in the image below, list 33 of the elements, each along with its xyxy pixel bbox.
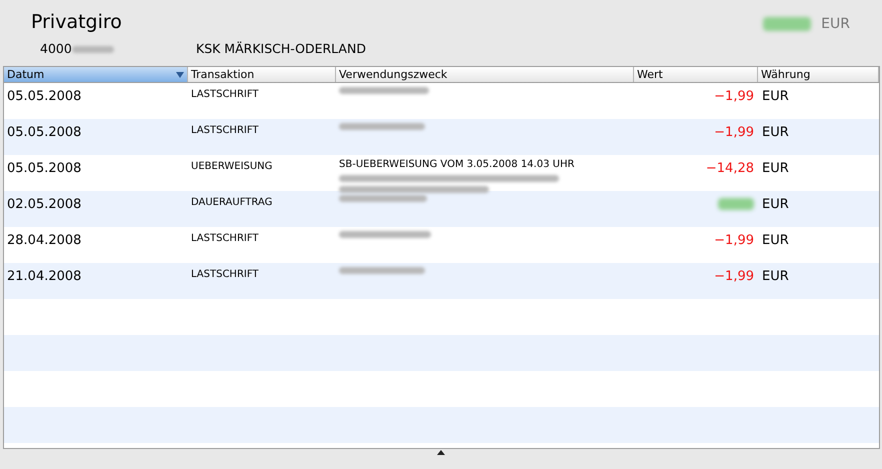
date-cell-text: 05.05.2008 <box>6 88 82 106</box>
currency-cell-text: EUR <box>761 268 790 286</box>
date-cell-text: 02.05.2008 <box>6 196 82 214</box>
transaction-type-cell-text: DAUERAUFTRAG <box>190 196 274 210</box>
date-cell-text: 21.04.2008 <box>6 268 82 286</box>
date-cell-text: 28.04.2008 <box>6 232 82 250</box>
transaction-type-cell-text: LASTSCHRIFT <box>190 88 260 102</box>
date-cell-text: 05.05.2008 <box>6 160 82 178</box>
date-cell-text: 05.05.2008 <box>6 124 82 142</box>
column-header[interactable]: Wert <box>634 67 758 82</box>
purpose-text: SB-UEBERWEISUNG VOM 3.05.2008 14.03 UHR <box>339 159 574 171</box>
amount-cell: −14,28 <box>706 161 754 176</box>
balance-currency: EUR <box>821 14 850 34</box>
currency-cell-text: EUR <box>761 160 790 178</box>
transaction-type-cell-text: LASTSCHRIFT <box>190 232 260 246</box>
currency-cell-text: EUR <box>761 88 790 106</box>
amount-cell: −1,99 <box>714 233 754 248</box>
column-header[interactable]: Datum <box>4 67 188 82</box>
column-header[interactable]: Transaktion <box>188 67 336 82</box>
transaction-type-cell-text: LASTSCHRIFT <box>190 268 260 282</box>
transaction-type-cell-text: LASTSCHRIFT <box>190 124 260 138</box>
account-title: Privatgiro <box>31 10 122 35</box>
bank-name: KSK MÄRKISCH-ODERLAND <box>196 40 366 58</box>
currency-cell-text: EUR <box>761 124 790 142</box>
currency-cell-text: EUR <box>761 196 790 214</box>
account-number: 4000 <box>40 40 72 58</box>
column-header[interactable]: Währung <box>758 67 879 82</box>
amount-cell: −1,99 <box>714 89 754 104</box>
currency-cell-text: EUR <box>761 232 790 250</box>
transaction-type-cell-text: UEBERWEISUNG <box>190 160 274 174</box>
amount-cell: −1,99 <box>714 269 754 284</box>
amount-cell: −1,99 <box>714 125 754 140</box>
column-header[interactable]: Verwendungszweck <box>336 67 634 82</box>
